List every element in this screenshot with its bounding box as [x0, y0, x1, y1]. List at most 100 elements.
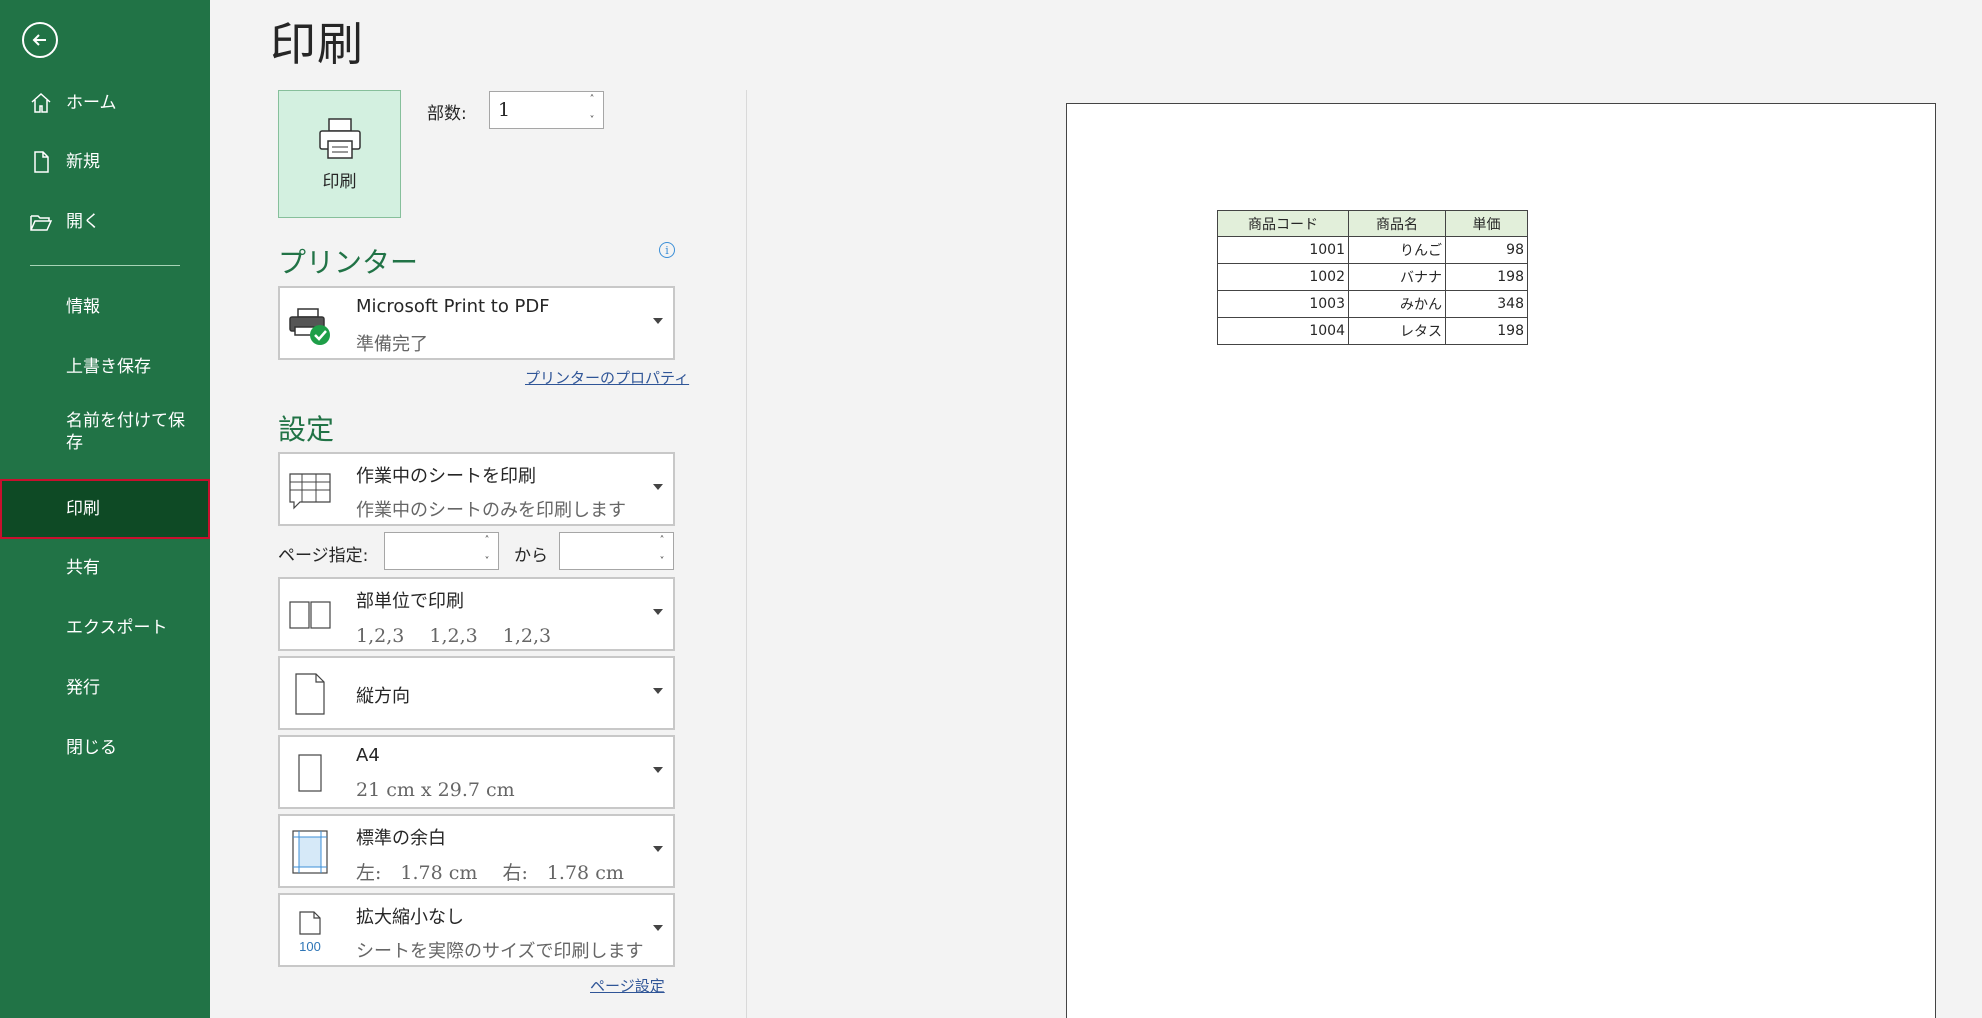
print-preview-page: 商品コード 商品名 単価 1001 りんご 98 1002 バナナ 198 10… [1066, 103, 1936, 1018]
new-file-icon [28, 149, 54, 175]
page-from-arrows[interactable]: ˄ ˅ [480, 535, 494, 567]
collate-dropdown[interactable]: 部単位で印刷 1,2,3 1,2,3 1,2,3 [278, 577, 675, 651]
preview-cell: 1001 [1217, 236, 1349, 264]
back-arrow-icon [32, 34, 46, 46]
nav-new[interactable]: 新規 [0, 133, 210, 191]
preview-cell: みかん [1348, 290, 1446, 318]
copies-label: 部数: [427, 104, 467, 124]
page-to-input[interactable] [560, 533, 651, 569]
preview-table: 商品コード 商品名 単価 1001 りんご 98 1002 バナナ 198 10… [1217, 210, 1528, 345]
dropdown-arrow-icon [653, 767, 663, 773]
table-row: 1001 りんご 98 [1217, 236, 1528, 264]
page-from-input[interactable] [385, 533, 476, 569]
printer-status: 準備完了 [356, 334, 428, 355]
settings-section-title: 設定 [278, 413, 335, 446]
nav-label: 印刷 [66, 499, 100, 519]
page-to-stepper: ˄ ˅ [559, 532, 674, 570]
orientation-dropdown[interactable]: 縦方向 [278, 656, 675, 730]
printer-section-title: プリンター [278, 246, 419, 279]
nav-label: エクスポート [66, 618, 168, 638]
dropdown-arrow-icon [653, 925, 663, 931]
margins-description: 左: 1.78 cm 右: 1.78 cm [356, 862, 624, 884]
preview-header-cell: 商品名 [1348, 210, 1446, 237]
preview-table-header-row: 商品コード 商品名 単価 [1217, 210, 1528, 237]
page-range-label: ページ指定: [278, 546, 369, 566]
table-row: 1002 バナナ 198 [1217, 263, 1528, 291]
dropdown-arrow-icon [653, 609, 663, 615]
nav-label: 開く [66, 212, 100, 232]
preview-header-cell: 商品コード [1217, 210, 1349, 237]
print-button[interactable]: 印刷 [278, 90, 401, 218]
collate-icon [286, 591, 334, 639]
page-setup-link[interactable]: ページ設定 [590, 975, 665, 996]
preview-cell: 348 [1445, 290, 1528, 318]
preview-cell: りんご [1348, 236, 1446, 264]
nav-label: 新規 [66, 152, 100, 172]
preview-cell: 1003 [1217, 290, 1349, 318]
scaling-dropdown[interactable]: 100 拡大縮小なし シートを実際のサイズで印刷します [278, 893, 675, 967]
preview-cell: 198 [1445, 317, 1528, 345]
print-button-label: 印刷 [322, 171, 357, 192]
page-title: 印刷 [270, 17, 364, 71]
nav-label: 情報 [66, 297, 100, 317]
print-what-label: 作業中のシートを印刷 [356, 466, 536, 487]
paper-size-icon [286, 749, 334, 797]
dropdown-arrow-icon [653, 846, 663, 852]
printer-icon [318, 117, 361, 159]
nav-share[interactable]: 共有 [0, 539, 210, 597]
page-from-stepper: ˄ ˅ [384, 532, 499, 570]
nav-print[interactable]: 印刷 [0, 479, 210, 539]
dropdown-arrow-icon [653, 318, 663, 324]
nav-label: 発行 [66, 678, 100, 698]
nav-save-as[interactable]: 名前を付けて保 存 [0, 410, 210, 470]
margins-icon [286, 828, 334, 876]
table-row: 1004 レタス 198 [1217, 317, 1528, 345]
collate-description: 1,2,3 1,2,3 1,2,3 [356, 625, 552, 647]
open-folder-icon [28, 209, 54, 235]
home-icon [28, 90, 54, 116]
portrait-icon [286, 670, 334, 718]
info-icon[interactable]: i [659, 242, 675, 258]
backstage-sidebar: ホーム 新規 開く 情報 上書き保存 名前を付けて保 存 印刷 共有 エクスポー… [0, 0, 210, 1018]
nav-label: 上書き保存 [66, 357, 151, 377]
printer-name: Microsoft Print to PDF [356, 296, 550, 317]
paper-size-description: 21 cm x 29.7 cm [356, 779, 515, 801]
page-range-to-label: から [514, 546, 548, 566]
nav-publish[interactable]: 発行 [0, 659, 210, 717]
nav-label: 共有 [66, 558, 100, 578]
nav-save[interactable]: 上書き保存 [0, 338, 210, 396]
paper-size-label: A4 [356, 745, 380, 766]
copies-stepper-arrows[interactable]: ˄ ˅ [585, 94, 599, 126]
preview-cell: レタス [1348, 317, 1446, 345]
printer-ready-icon [286, 300, 334, 348]
nav-open[interactable]: 開く [0, 193, 210, 251]
table-row: 1003 みかん 348 [1217, 290, 1528, 318]
svg-text:100: 100 [299, 939, 321, 954]
printer-dropdown[interactable]: Microsoft Print to PDF 準備完了 [278, 286, 675, 360]
page-to-arrows[interactable]: ˄ ˅ [655, 535, 669, 567]
copies-stepper: ˄˅ [489, 91, 604, 129]
preview-cell: バナナ [1348, 263, 1446, 291]
paper-size-dropdown[interactable]: A4 21 cm x 29.7 cm [278, 735, 675, 809]
dropdown-arrow-icon [653, 484, 663, 490]
no-scaling-icon: 100 [286, 907, 334, 955]
sheet-grid-icon [286, 466, 334, 514]
dropdown-arrow-icon [653, 688, 663, 694]
preview-cell: 198 [1445, 263, 1528, 291]
preview-cell: 98 [1445, 236, 1528, 264]
preview-cell: 1004 [1217, 317, 1349, 345]
print-what-dropdown[interactable]: 作業中のシートを印刷 作業中のシートのみを印刷します [278, 452, 675, 526]
nav-label: 名前を付けて保 存 [66, 411, 185, 453]
margins-label: 標準の余白 [356, 828, 446, 849]
nav-info[interactable]: 情報 [0, 278, 210, 336]
back-button[interactable] [22, 22, 58, 58]
margins-dropdown[interactable]: 標準の余白 左: 1.78 cm 右: 1.78 cm [278, 814, 675, 888]
orientation-label: 縦方向 [356, 686, 410, 707]
printer-properties-link[interactable]: プリンターのプロパティ [525, 367, 689, 388]
nav-home[interactable]: ホーム [0, 74, 210, 132]
copies-input[interactable] [490, 92, 581, 128]
nav-export[interactable]: エクスポート [0, 599, 210, 657]
nav-close[interactable]: 閉じる [0, 719, 210, 777]
collate-label: 部単位で印刷 [356, 591, 464, 612]
scaling-description: シートを実際のサイズで印刷します [356, 941, 644, 962]
